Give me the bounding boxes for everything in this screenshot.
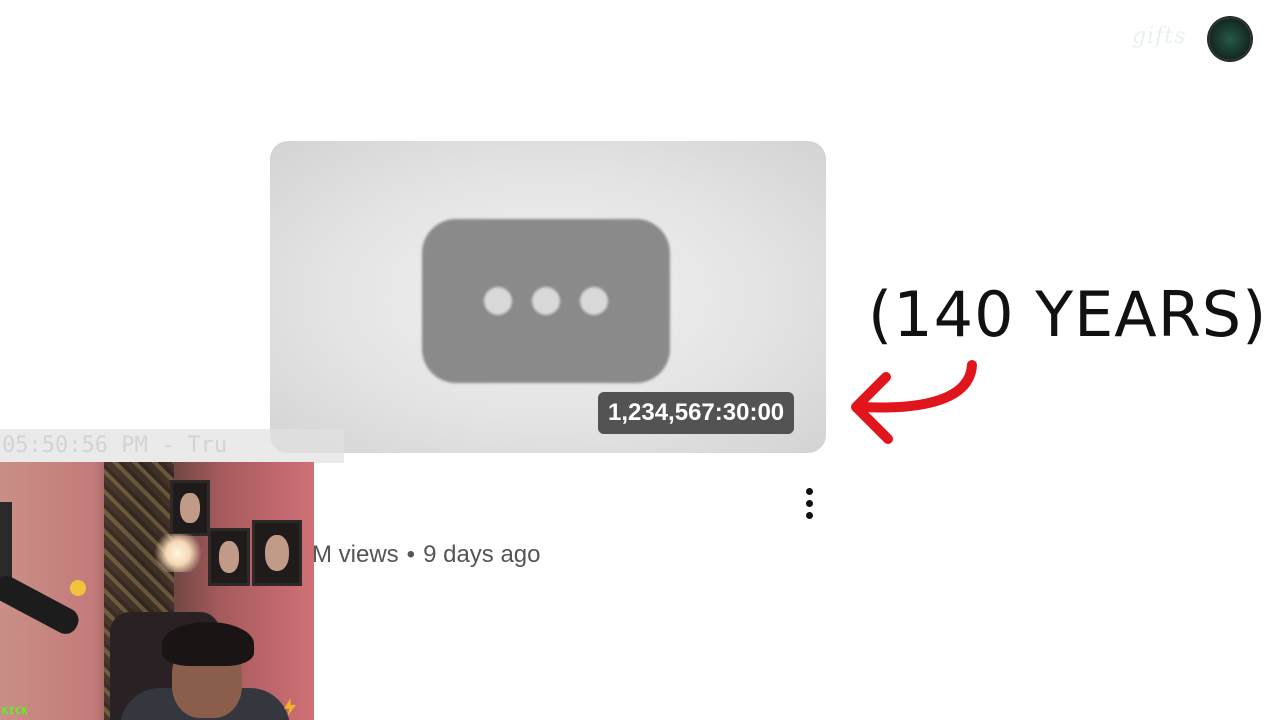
wall-photo [208, 528, 250, 586]
webcam-feed: KICK [0, 462, 314, 720]
placeholder-dot [532, 287, 560, 315]
lamp [150, 534, 206, 572]
video-placeholder-icon [422, 219, 670, 383]
brand-text: gifts [1132, 24, 1187, 49]
wall-photo [252, 520, 302, 586]
kick-badge: KICK [2, 706, 29, 717]
wall-photo [170, 480, 210, 536]
more-vert-icon[interactable] [800, 488, 818, 526]
streamer-logo-icon [1209, 18, 1251, 60]
microphone [0, 571, 83, 639]
view-count: M views [312, 541, 399, 568]
meta-separator: • [406, 541, 416, 568]
emoji-sticker [70, 580, 86, 596]
red-arrow-icon [851, 360, 977, 444]
duration-badge: 1,234,567:30:00 [598, 392, 795, 434]
stage: gifts 1,234,567:30:00 (140 YEARS) M view… [0, 0, 1280, 720]
annotation-text: (140 YEARS) [868, 278, 1268, 351]
placeholder-dot [580, 287, 608, 315]
upload-age: 9 days ago [423, 541, 541, 568]
placeholder-dot [484, 287, 512, 315]
streamer-hair [162, 622, 254, 666]
stream-clock-ticker: 05:50:56 PM - Tru [0, 429, 344, 463]
video-thumbnail[interactable]: 1,234,567:30:00 [270, 141, 826, 453]
video-metadata: M views • 9 days ago [312, 541, 541, 569]
